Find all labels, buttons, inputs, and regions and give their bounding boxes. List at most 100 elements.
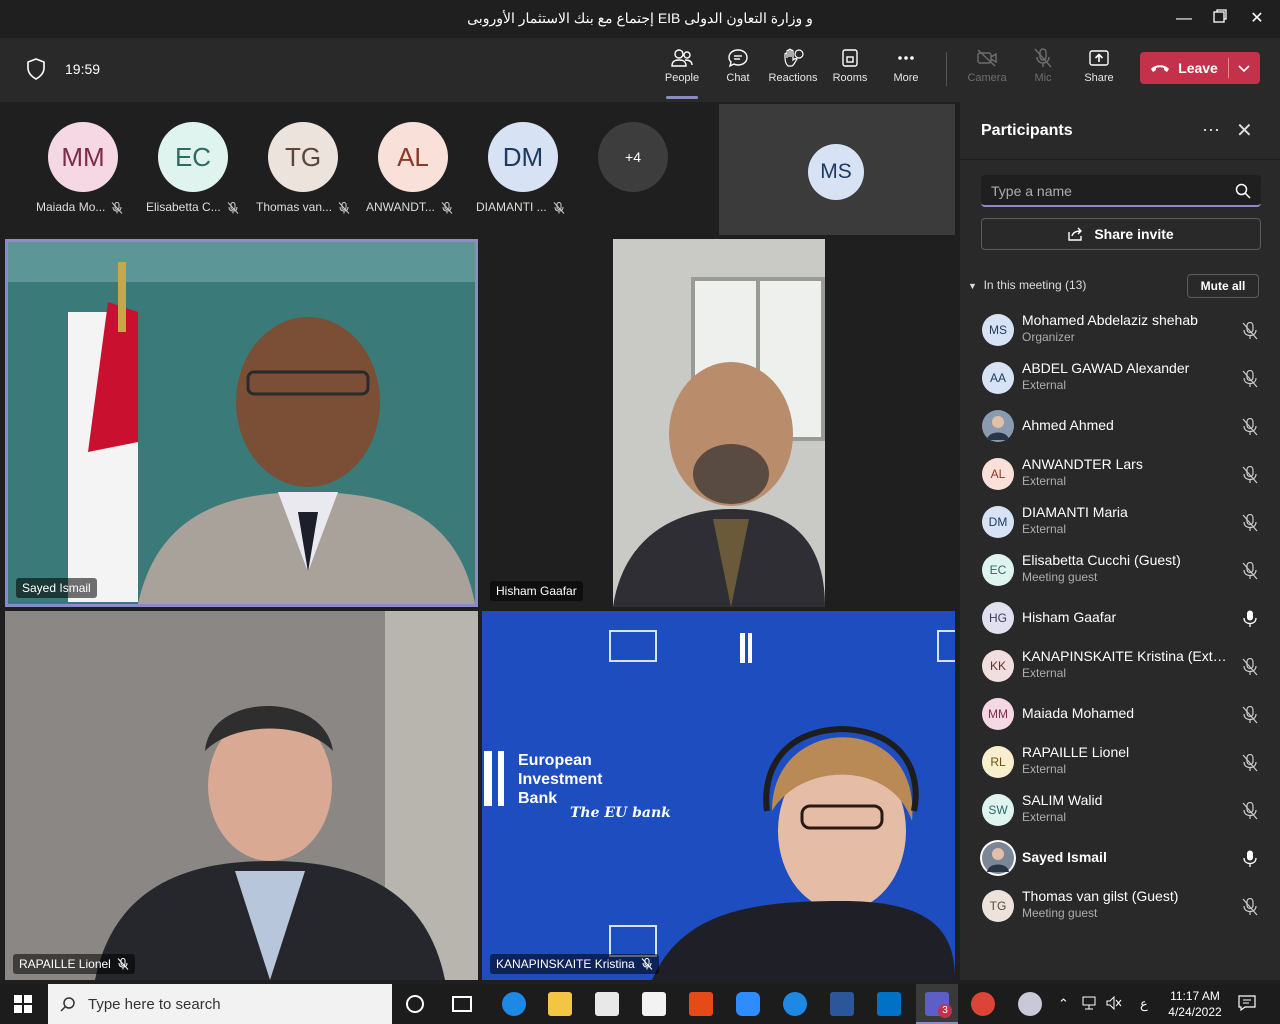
cortana-icon[interactable] <box>406 995 424 1013</box>
participant-row[interactable]: MM Maiada Mohamed <box>960 690 1280 738</box>
in-meeting-section-toggle[interactable]: ▼ In this meeting (13) <box>968 278 1086 292</box>
participant-name-label: Sayed Ismail <box>16 578 97 598</box>
participant-role: External <box>1022 810 1067 824</box>
leave-button[interactable]: Leave <box>1140 52 1228 84</box>
file-explorer-icon[interactable] <box>548 992 572 1016</box>
participant-row[interactable]: RL RAPAILLE Lionel External <box>960 738 1280 786</box>
participant-row[interactable]: TG Thomas van gilst (Guest) Meeting guest <box>960 882 1280 930</box>
restore-button[interactable] <box>1208 8 1232 30</box>
participant-name-label: RAPAILLE Lionel <box>13 954 135 974</box>
mic-off-icon <box>1242 801 1258 825</box>
rooms-button[interactable]: Rooms <box>822 48 878 84</box>
word-icon[interactable] <box>830 992 854 1016</box>
reactions-button[interactable]: Reactions <box>765 48 821 84</box>
avatar: TG <box>982 890 1014 922</box>
mic-button[interactable]: Mic <box>1015 48 1071 84</box>
tray-overflow-icon[interactable]: ⌃ <box>1058 996 1069 1012</box>
participant-row[interactable]: Ahmed Ahmed <box>960 402 1280 450</box>
participant-role: External <box>1022 474 1067 488</box>
avatar[interactable]: DM <box>488 122 558 192</box>
mail-icon[interactable] <box>642 992 666 1016</box>
video-tile-kanapinskaite[interactable]: European Investment Bank The EU bank KAN… <box>482 611 955 980</box>
participant-search <box>981 175 1261 207</box>
minimize-button[interactable]: — <box>1172 8 1196 30</box>
avatar: HG <box>982 602 1014 634</box>
shield-icon <box>26 58 46 85</box>
avatar[interactable]: MM <box>48 122 118 192</box>
start-button[interactable] <box>14 995 32 1018</box>
participant-row[interactable]: AL ANWANDTER Lars External <box>960 450 1280 498</box>
edge-icon[interactable] <box>502 992 526 1016</box>
video-tile-hisham[interactable]: Hisham Gaafar <box>482 239 955 607</box>
participant-video <box>8 242 475 604</box>
participant-row[interactable]: MS Mohamed Abdelaziz shehab Organizer <box>960 306 1280 354</box>
office-icon[interactable] <box>689 992 713 1016</box>
participant-name: Maiada Mohamed <box>1022 705 1135 721</box>
participant-row[interactable]: DM DIAMANTI Maria External <box>960 498 1280 546</box>
leave-split-button: Leave <box>1140 52 1260 84</box>
volume-icon[interactable] <box>1106 995 1122 1013</box>
avatar <box>982 842 1014 874</box>
participant-role: External <box>1022 522 1067 536</box>
participant-row[interactable]: EC Elisabetta Cucchi (Guest) Meeting guest <box>960 546 1280 594</box>
chrome-icon[interactable] <box>971 992 995 1016</box>
network-icon[interactable] <box>1082 996 1098 1013</box>
participant-row[interactable]: AA ABDEL GAWAD Alexander External <box>960 354 1280 402</box>
outlook-icon[interactable] <box>877 992 901 1016</box>
participant-row[interactable]: Sayed Ismail <box>960 834 1280 882</box>
eib-logo: European Investment Bank The EU bank <box>518 752 671 821</box>
leave-options-button[interactable] <box>1232 58 1256 78</box>
panel-divider <box>960 159 1280 160</box>
participant-video <box>5 611 478 980</box>
mic-off-icon <box>117 958 129 970</box>
participant-row[interactable]: KK KANAPINSKAITE Kristina (Extern... Exter… <box>960 642 1280 690</box>
video-tile-sayed[interactable]: Sayed Ismail <box>5 239 478 607</box>
panel-more-options-button[interactable]: ⋯ <box>1202 120 1220 141</box>
mute-all-button[interactable]: Mute all <box>1187 274 1259 298</box>
participant-role: Meeting guest <box>1022 906 1098 920</box>
clock[interactable]: 11:17 AM 4/24/2022 <box>1166 988 1224 1020</box>
teams-taskbar-item[interactable]: 3 <box>916 984 958 1024</box>
mic-off-icon <box>1242 465 1258 489</box>
avatar-name: Maiada Mo... <box>36 200 106 214</box>
avatar-name-label: DIAMANTI ... <box>476 200 586 214</box>
toolbar-divider <box>946 52 947 86</box>
avatar[interactable]: TG <box>268 122 338 192</box>
mic-off-icon <box>1242 561 1258 585</box>
participant-name-label: KANAPINSKAITE Kristina <box>490 954 659 974</box>
self-view-tile[interactable]: MS <box>719 104 955 235</box>
participant-row[interactable]: HG Hisham Gaafar <box>960 594 1280 642</box>
teams-badge: 3 <box>938 1004 952 1018</box>
chat-button[interactable]: Chat <box>710 48 766 84</box>
app-icon[interactable] <box>1018 992 1042 1016</box>
more-icon <box>898 56 914 60</box>
video-tile-rapaille[interactable]: RAPAILLE Lionel <box>5 611 478 980</box>
internet-explorer-icon[interactable] <box>783 992 807 1016</box>
more-participants-button[interactable]: +4 <box>598 122 668 192</box>
close-window-button[interactable]: ✕ <box>1245 8 1269 30</box>
taskbar-search-box[interactable]: Type here to search <box>48 984 392 1024</box>
task-view-icon[interactable] <box>452 996 472 1012</box>
mic-off-icon <box>641 958 653 970</box>
more-button[interactable]: More <box>878 48 934 84</box>
camera-button[interactable]: Camera <box>959 48 1015 84</box>
input-language-indicator[interactable]: ع <box>1140 996 1148 1012</box>
hang-up-icon <box>1151 65 1170 72</box>
avatar[interactable]: AL <box>378 122 448 192</box>
share-tray-icon <box>1089 50 1109 66</box>
store-icon[interactable] <box>595 992 619 1016</box>
people-button[interactable]: People <box>654 48 710 99</box>
avatar[interactable]: EC <box>158 122 228 192</box>
search-input[interactable] <box>991 180 1226 202</box>
close-panel-button[interactable]: ✕ <box>1236 118 1253 143</box>
mic-off-icon <box>1242 417 1258 441</box>
participant-row[interactable]: SW SALIM Walid External <box>960 786 1280 834</box>
share-button[interactable]: Share <box>1071 48 1127 84</box>
notifications-icon[interactable] <box>1238 995 1256 1014</box>
avatar: AA <box>982 362 1014 394</box>
share-invite-button[interactable]: Share invite <box>981 218 1261 250</box>
raise-hand-icon <box>784 48 804 67</box>
mic-off-icon <box>1242 897 1258 921</box>
windows-taskbar: Type here to search 3 ⌃ ع 11:17 AM 4/24/… <box>0 984 1280 1024</box>
zoom-icon[interactable] <box>736 992 760 1016</box>
